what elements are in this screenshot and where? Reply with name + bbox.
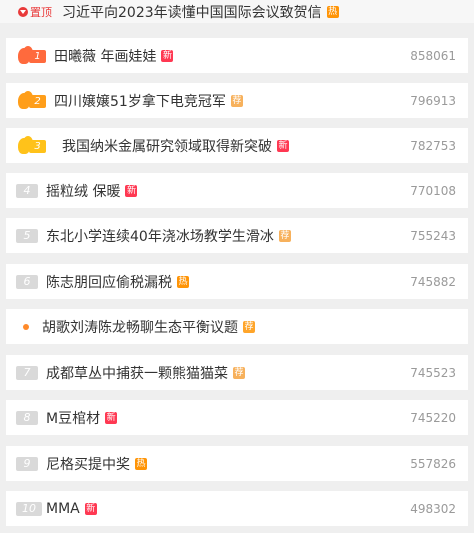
item-title: 东北小学连续40年浇冰场教学生滑冰 <box>46 228 274 245</box>
rank-number: 8 <box>16 411 38 425</box>
item-title: 尼格买提中奖 <box>46 456 130 473</box>
item-title-wrap: 成都草丛中捕获一颗熊猫猫菜 荐 <box>46 355 245 390</box>
rank-badge: 3 <box>18 136 46 154</box>
item-title: 陈志朋回应偷税漏税 <box>46 274 172 291</box>
list-item[interactable]: 8 M豆棺材 新 745220 <box>6 400 468 435</box>
new-tag: 新 <box>105 411 118 424</box>
pinned-item[interactable]: 置顶 习近平向2023年读懂中国国际会议致贺信 热 <box>0 0 474 23</box>
rank-number: 5 <box>16 229 38 243</box>
rank-badge: 2 <box>18 91 46 109</box>
hot-search-list: 置顶 习近平向2023年读懂中国国际会议致贺信 热 1 田曦薇 年画娃娃 新 8… <box>0 0 474 533</box>
rank-number: 4 <box>16 184 38 198</box>
list-item[interactable]: 5 东北小学连续40年浇冰场教学生滑冰 荐 755243 <box>6 218 468 253</box>
heat-count: 745523 <box>410 365 456 380</box>
list-item[interactable]: 7 成都草丛中捕获一颗熊猫猫菜 荐 745523 <box>6 355 468 390</box>
item-title: MMA <box>46 500 80 517</box>
list-item[interactable]: 10 MMA 新 498302 <box>6 491 468 526</box>
rank-badge: 1 <box>18 46 46 64</box>
list-item[interactable]: 9 尼格买提中奖 热 557826 <box>6 446 468 481</box>
item-title: 成都草丛中捕获一颗熊猫猫菜 <box>46 365 228 382</box>
heat-count: 858061 <box>410 48 456 63</box>
recommend-tag: 荐 <box>243 320 255 333</box>
pinned-title: 习近平向2023年读懂中国国际会议致贺信 <box>62 4 322 21</box>
new-tag: 新 <box>277 139 289 152</box>
pinned-title-wrap: 置顶 习近平向2023年读懂中国国际会议致贺信 热 <box>18 0 339 23</box>
item-title-wrap: MMA 新 <box>46 491 97 526</box>
promoted-dot <box>23 324 29 330</box>
promoted-item[interactable]: 胡歌刘涛陈龙畅聊生态平衡议题 荐 <box>6 309 468 344</box>
item-title: 摇粒绒 保暖 <box>46 183 121 200</box>
item-title: M豆棺材 <box>46 410 101 427</box>
heat-count: 557826 <box>410 456 456 471</box>
item-title-wrap: 田曦薇 年画娃娃 新 <box>54 38 174 73</box>
rank-number: 7 <box>16 366 38 380</box>
list-item[interactable]: 4 摇粒绒 保暖 新 770108 <box>6 173 468 208</box>
item-title-wrap: 胡歌刘涛陈龙畅聊生态平衡议题 荐 <box>42 309 255 344</box>
rank-number: 2 <box>29 95 46 108</box>
item-title-wrap: 摇粒绒 保暖 新 <box>46 173 138 208</box>
recommend-tag: 荐 <box>278 229 291 242</box>
hot-tag: 热 <box>326 5 339 18</box>
list-item[interactable]: 2 四川嬢嬢51岁拿下电竞冠军 荐 796913 <box>6 83 468 118</box>
item-title-wrap: 四川嬢嬢51岁拿下电竞冠军 荐 <box>54 83 243 118</box>
rank-number: 3 <box>29 140 46 153</box>
new-tag: 新 <box>84 502 97 515</box>
item-title-wrap: M豆棺材 新 <box>46 400 118 435</box>
recommend-tag: 荐 <box>233 366 245 379</box>
new-tag: 新 <box>125 184 138 197</box>
heat-count: 782753 <box>410 138 456 153</box>
item-title: 四川嬢嬢51岁拿下电竞冠军 <box>54 93 226 110</box>
item-title-wrap: 我国纳米金属研究领域取得新突破 新 <box>62 128 289 163</box>
rank-number: 1 <box>29 50 46 63</box>
pinned-label: 置顶 <box>30 5 52 19</box>
heat-count: 770108 <box>410 183 456 198</box>
item-title: 胡歌刘涛陈龙畅聊生态平衡议题 <box>42 319 238 336</box>
rank-number: 10 <box>16 502 42 516</box>
hot-tag: 热 <box>177 275 189 288</box>
item-title: 田曦薇 年画娃娃 <box>54 48 157 65</box>
item-title-wrap: 东北小学连续40年浇冰场教学生滑冰 荐 <box>46 218 291 253</box>
heat-count: 498302 <box>410 501 456 516</box>
heat-count: 745220 <box>410 410 456 425</box>
rank-number: 9 <box>16 457 38 471</box>
list-item[interactable]: 6 陈志朋回应偷税漏税 热 745882 <box>6 264 468 299</box>
heat-count: 755243 <box>410 228 456 243</box>
heat-count: 796913 <box>410 93 456 108</box>
heat-count: 745882 <box>410 274 456 289</box>
list-item[interactable]: 3 我国纳米金属研究领域取得新突破 新 782753 <box>6 128 468 163</box>
item-title-wrap: 尼格买提中奖 热 <box>46 446 147 481</box>
new-tag: 新 <box>161 49 174 62</box>
hot-tag: 热 <box>135 457 147 470</box>
list-item[interactable]: 1 田曦薇 年画娃娃 新 858061 <box>6 38 468 73</box>
item-title: 我国纳米金属研究领域取得新突破 <box>62 138 272 155</box>
item-title-wrap: 陈志朋回应偷税漏税 热 <box>46 264 189 299</box>
rank-number: 6 <box>16 275 38 289</box>
recommend-tag: 荐 <box>230 94 243 107</box>
pin-icon <box>18 6 28 17</box>
